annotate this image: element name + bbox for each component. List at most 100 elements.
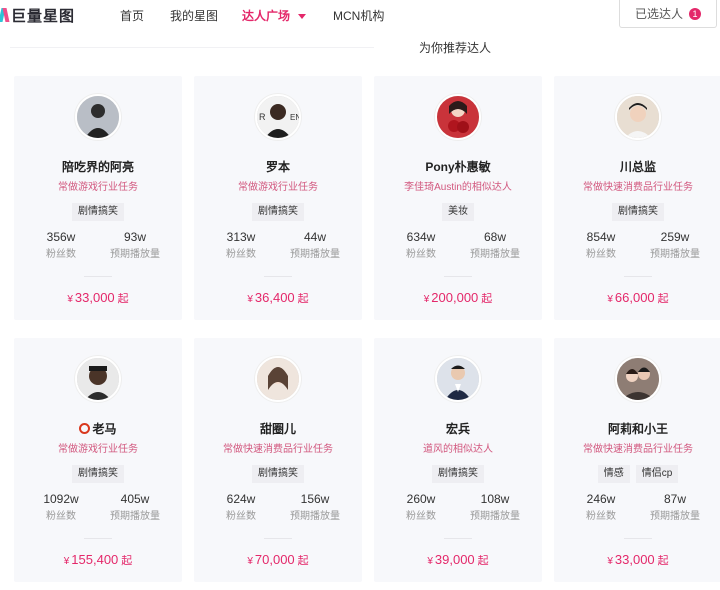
price: ¥200,000 起	[374, 290, 542, 306]
plays-label: 预期播放量	[110, 249, 160, 260]
caret-down-icon	[298, 14, 307, 20]
plays-stat: 44w 预期播放量	[280, 230, 350, 260]
influencer-description: 常做游戏行业任务	[58, 182, 138, 193]
price-suffix: 起	[297, 293, 309, 305]
nav-influencer-square[interactable]: 达人广场	[242, 7, 307, 24]
fans-stat: 1092w 粉丝数	[26, 492, 96, 522]
plays-stat: 405w 预期播放量	[100, 492, 170, 522]
influencer-card-pony[interactable]: Pony朴惠敏 李佳琦Austin的相似达人 美妆 634w 粉丝数 68w 预期播放量 ¥2…	[374, 76, 542, 320]
fans-stat: 260w 粉丝数	[386, 492, 456, 522]
plays-value: 44w	[303, 230, 326, 244]
logo[interactable]: 巨量星图	[0, 4, 75, 26]
influencer-description: 道风的相似达人	[423, 444, 493, 455]
price: ¥70,000 起	[194, 552, 362, 568]
avatar[interactable]	[615, 94, 661, 140]
fans-value: 854w	[586, 230, 616, 244]
fans-stat: 313w 粉丝数	[206, 230, 276, 260]
influencer-name[interactable]: 宏兵	[374, 420, 542, 437]
influencer-name[interactable]: Pony朴惠敏	[374, 158, 542, 175]
price-suffix: 起	[657, 555, 669, 567]
category-tag: 情感	[597, 465, 630, 483]
avatar[interactable]	[435, 94, 481, 140]
svg-text:EN: EN	[290, 113, 299, 122]
divider-line	[10, 47, 374, 48]
plays-stat: 93w 预期播放量	[100, 230, 170, 260]
card-divider	[444, 276, 472, 277]
plays-label: 预期播放量	[290, 249, 340, 260]
influencer-description: 李佳琦Austin的相似达人	[404, 182, 512, 193]
plays-value: 68w	[483, 230, 506, 244]
fans-label: 粉丝数	[586, 249, 616, 260]
influencer-card-lao-ma[interactable]: 老马常做游戏行业任务剧情搞笑 1092w 粉丝数 405w 预期播放量 ¥155,400 起	[14, 338, 182, 582]
influencer-description: 常做游戏行业任务	[58, 444, 138, 455]
fans-label: 粉丝数	[46, 511, 76, 522]
top-header: 巨量星图 首页 我的星图 达人广场 MCN机构 已选达人 1	[0, 0, 720, 30]
price-value: 33,000	[614, 552, 655, 567]
currency-symbol: ¥	[607, 294, 613, 305]
influencer-name-text: 川总监	[619, 160, 656, 174]
selected-influencers-button[interactable]: 已选达人 1	[619, 0, 717, 28]
ring-icon	[79, 423, 91, 434]
influencer-name[interactable]: 老马	[14, 420, 182, 437]
influencer-name[interactable]: 罗本	[194, 158, 362, 175]
fans-label: 粉丝数	[226, 511, 256, 522]
tag-list: 美妆	[374, 203, 542, 221]
price-value: 66,000	[614, 290, 655, 305]
fans-value: 624w	[226, 492, 256, 506]
influencer-card-a-li-xiao-wang[interactable]: 阿莉和小王 常做快速消费品行业任务 情感 情侣cp 246w 粉丝数 87w 预期播放量 ¥33…	[554, 338, 720, 582]
category-tag: 剧情搞笑	[612, 203, 664, 221]
influencer-name[interactable]: 甜圈儿	[194, 420, 362, 437]
influencer-card-chuan-zongjian[interactable]: 川总监常做快速消费品行业任务剧情搞笑 854w 粉丝数 259w 预期播放量 ¥66,00…	[554, 76, 720, 320]
influencer-name[interactable]: 阿莉和小王	[554, 420, 720, 437]
price-suffix: 起	[121, 555, 133, 567]
influencer-card-hong-bing[interactable]: 宏兵 道风的相似达人 剧情搞笑 260w 粉丝数 108w 预期播放量 ¥39,000 起	[374, 338, 542, 582]
plays-label: 预期播放量	[470, 511, 520, 522]
influencer-name-text: 陪吃界的阿亮	[61, 160, 134, 174]
price: ¥155,400 起	[14, 552, 182, 568]
plays-stat: 156w 预期播放量	[280, 492, 350, 522]
nav-mcn[interactable]: MCN机构	[333, 7, 384, 24]
price-suffix: 起	[657, 293, 669, 305]
avatar[interactable]	[615, 356, 661, 402]
influencer-name-text: Pony朴惠敏	[425, 160, 491, 174]
category-tag: 剧情搞笑	[72, 465, 124, 483]
section-title: 为你推荐达人	[374, 33, 536, 63]
tag-list: 剧情搞笑	[374, 465, 542, 483]
plays-label: 预期播放量	[650, 511, 700, 522]
fans-stat: 854w 粉丝数	[566, 230, 636, 260]
price-value: 39,000	[434, 552, 475, 567]
plays-label: 预期播放量	[290, 511, 340, 522]
currency-symbol: ¥	[67, 294, 73, 305]
influencer-card-tian-quan-er[interactable]: 甜圈儿 常做快速消费品行业任务 剧情搞笑 624w 粉丝数 156w 预期播放量 ¥70,00…	[194, 338, 362, 582]
influencer-description: 常做快速消费品行业任务	[583, 444, 693, 455]
influencer-name[interactable]: 陪吃界的阿亮	[14, 158, 182, 175]
plays-stat: 68w 预期播放量	[460, 230, 530, 260]
currency-symbol: ¥	[247, 294, 253, 305]
plays-value: 108w	[480, 492, 510, 506]
fans-value: 634w	[406, 230, 436, 244]
category-tag: 情侣cp	[635, 465, 679, 483]
currency-symbol: ¥	[247, 556, 253, 567]
nav-home[interactable]: 首页	[120, 7, 144, 24]
influencer-description: 常做快速消费品行业任务	[583, 182, 693, 193]
card-divider	[84, 538, 112, 539]
fans-value: 1092w	[43, 492, 79, 506]
avatar[interactable]	[255, 356, 301, 402]
plays-stat: 259w 预期播放量	[640, 230, 710, 260]
influencer-card-a-liang[interactable]: 陪吃界的阿亮 常做游戏行业任务 剧情搞笑 356w 粉丝数 93w 预期播放量 ¥33,000…	[14, 76, 182, 320]
nav-my-xingtu[interactable]: 我的星图	[170, 7, 218, 24]
influencer-name[interactable]: 川总监	[554, 158, 720, 175]
logo-mark-icon	[0, 8, 8, 22]
category-tag: 美妆	[442, 203, 474, 221]
avatar[interactable]	[75, 94, 121, 140]
price-value: 33,000	[74, 290, 115, 305]
influencer-card-luo-ben[interactable]: R EN 罗本常做游戏行业任务剧情搞笑 313w 粉丝数 44w 预期播放量 ¥36,400起	[194, 76, 362, 320]
svg-text:R: R	[259, 112, 266, 122]
fans-value: 313w	[226, 230, 256, 244]
fans-stat: 356w 粉丝数	[26, 230, 96, 260]
avatar[interactable]: R EN	[255, 94, 301, 140]
avatar[interactable]	[435, 356, 481, 402]
tag-list: 剧情搞笑	[194, 203, 362, 221]
influencer-name-text: 罗本	[265, 160, 290, 174]
avatar[interactable]	[75, 356, 121, 402]
